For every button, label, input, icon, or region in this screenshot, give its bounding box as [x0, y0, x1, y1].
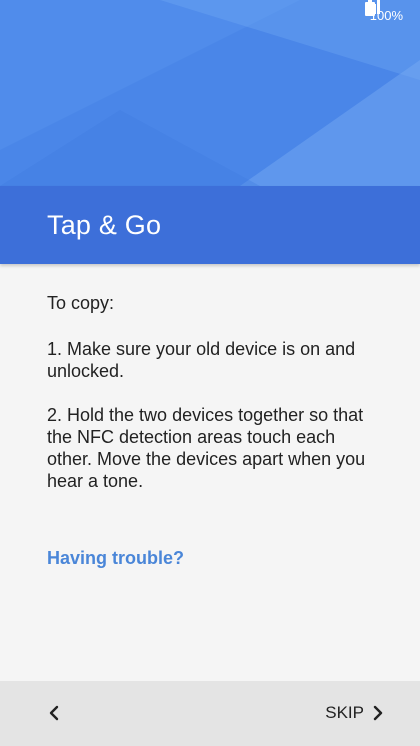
header-illustration: 100% — [0, 0, 420, 186]
instruction-step-1: 1. Make sure your old device is on and u… — [47, 339, 356, 381]
skip-button[interactable]: SKIP — [325, 697, 384, 729]
setup-screen: 100% Tap & Go To copy: 1. Make sure your… — [0, 0, 420, 746]
instruction-step-2: 2. Hold the two devices together so that… — [47, 405, 366, 491]
bottom-navigation-bar: SKIP — [0, 681, 420, 746]
header-background-shapes — [0, 0, 420, 186]
back-button[interactable] — [38, 697, 70, 729]
having-trouble-link[interactable]: Having trouble? — [47, 548, 184, 569]
status-bar: 100% — [364, 0, 420, 30]
instructions: To copy: 1. Make sure your old device is… — [47, 292, 382, 514]
page-title: Tap & Go — [47, 209, 162, 240]
skip-label: SKIP — [325, 703, 364, 722]
chevron-left-icon — [49, 705, 59, 721]
instructions-intro: To copy: — [47, 293, 115, 313]
title-bar: Tap & Go — [0, 186, 420, 264]
chevron-right-icon — [373, 705, 383, 721]
